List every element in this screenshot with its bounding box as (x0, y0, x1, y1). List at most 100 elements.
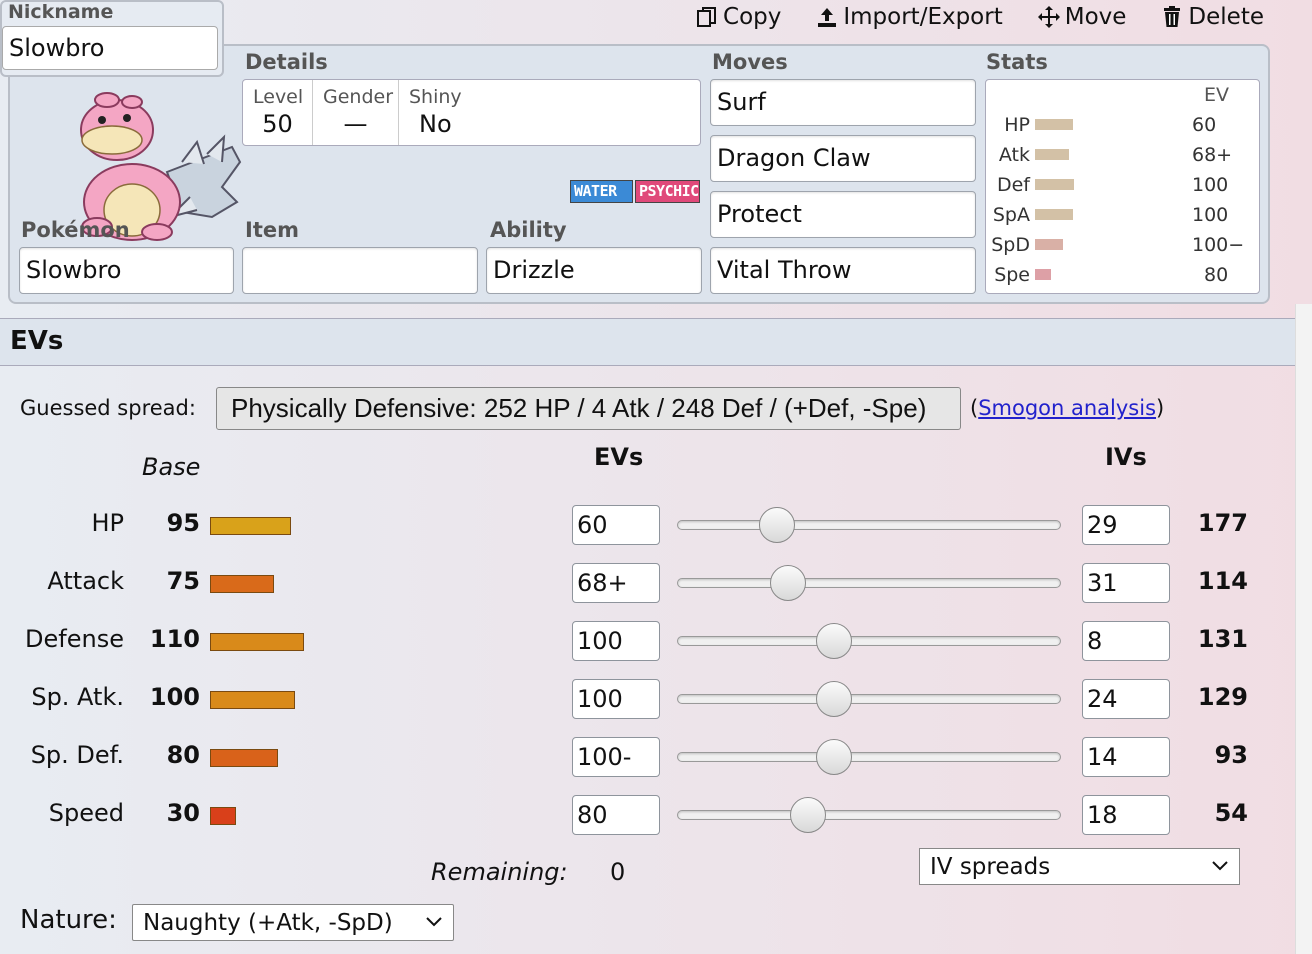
ev-input[interactable]: 80 (572, 795, 660, 835)
stats-row-spe: Spe 80 (986, 264, 1259, 294)
ev-input[interactable]: 60 (572, 505, 660, 545)
base-stat-bar (210, 749, 278, 767)
stats-row-def: Def 100 (986, 174, 1259, 204)
stats-row-hp: HP 60 (986, 114, 1259, 144)
stats-row-ev: 68+ (1192, 144, 1233, 166)
ev-input[interactable]: 100 (572, 679, 660, 719)
stat-total: 129 (1197, 683, 1248, 711)
shiny-label: Shiny (409, 86, 462, 108)
nickname-input[interactable]: Slowbro (2, 26, 218, 70)
move-1-input[interactable]: Surf (710, 79, 976, 126)
ev-slider-thumb[interactable] (816, 681, 852, 717)
base-stat-bar (210, 807, 236, 825)
ev-slider-track[interactable] (677, 578, 1061, 588)
stats-ev-header: EV (1204, 84, 1230, 106)
shiny-cell[interactable]: Shiny No (399, 80, 549, 145)
pokemon-input[interactable]: Slowbro (19, 247, 234, 294)
move-4-input[interactable]: Vital Throw (710, 247, 976, 294)
type-badge-psychic: PSYCHIC (635, 180, 700, 203)
base-stat-bar (210, 691, 295, 709)
stat-total: 93 (1214, 741, 1248, 769)
stat-total: 131 (1197, 625, 1248, 653)
stats-row-bar (1035, 269, 1051, 280)
ev-slider-track[interactable] (677, 520, 1061, 530)
import-export-button[interactable]: Import/Export (815, 4, 1003, 30)
move-label: Move (1064, 4, 1127, 30)
stats-summary[interactable]: EV HP 60 Atk 68+ Def 100 SpA 100 SpD 100… (985, 79, 1260, 294)
base-stat-value: 95 (166, 509, 200, 537)
remaining-value: 0 (610, 858, 626, 886)
ev-input[interactable]: 100- (572, 737, 660, 777)
nature-select[interactable]: Naughty (+Atk, -SpD) (132, 904, 454, 941)
evs-header-bar (0, 318, 1295, 366)
scrollbar[interactable] (1295, 304, 1312, 954)
gender-cell[interactable]: Gender — (313, 80, 399, 145)
upload-icon (818, 8, 837, 27)
ev-slider-thumb[interactable] (790, 797, 826, 833)
stats-row-bar (1035, 179, 1074, 190)
ev-slider-thumb[interactable] (816, 739, 852, 775)
base-stat-value: 110 (149, 625, 200, 653)
copy-label: Copy (723, 4, 782, 30)
stats-row-spa: SpA 100 (986, 204, 1259, 234)
move-arrows-icon (1037, 6, 1060, 28)
base-stat-value: 75 (166, 567, 200, 595)
ivs-column-header: IVs (1105, 443, 1147, 471)
ev-input[interactable]: 68+ (572, 563, 660, 603)
gender-label: Gender (323, 86, 394, 108)
stats-row-ev: 100 (1192, 204, 1229, 226)
delete-label: Delete (1188, 4, 1264, 30)
smogon-analysis-link[interactable]: Smogon analysis (978, 396, 1156, 420)
ev-slider-thumb[interactable] (816, 623, 852, 659)
delete-button[interactable]: Delete (1160, 4, 1264, 30)
ev-slider-thumb[interactable] (770, 565, 806, 601)
stats-row-name: Def (996, 174, 1030, 196)
item-input[interactable] (242, 247, 478, 294)
stats-row-ev: 60 (1192, 114, 1217, 136)
ev-slider-track[interactable] (677, 810, 1061, 820)
base-stat-bar (210, 575, 274, 593)
ev-input[interactable]: 100 (572, 621, 660, 661)
copy-button[interactable]: Copy (695, 4, 781, 30)
level-value: 50 (262, 110, 293, 138)
move-2-input[interactable]: Dragon Claw (710, 135, 976, 182)
stats-row-bar (1035, 209, 1073, 220)
base-stat-bar (210, 633, 304, 651)
shiny-value: No (419, 110, 452, 138)
ev-slider-track[interactable] (677, 752, 1061, 762)
stats-row-ev: 80 (1204, 264, 1229, 286)
base-stat-bar (210, 517, 291, 535)
nature-label: Nature: (20, 905, 117, 935)
base-stat-value: 30 (166, 799, 200, 827)
guessed-spread-button[interactable]: Physically Defensive: 252 HP / 4 Atk / 2… (216, 387, 961, 430)
pokemon-heading: Pokémon (21, 218, 130, 242)
stats-row-ev: 100− (1192, 234, 1245, 256)
iv-spreads-label: IV spreads (930, 854, 1051, 880)
iv-spreads-select[interactable]: IV spreads (919, 848, 1240, 885)
stats-row-bar (1035, 119, 1073, 130)
toolbar: Copy Import/Export Move Delete (695, 4, 1264, 30)
base-column-header: Base (142, 453, 201, 481)
stats-row-atk: Atk 68+ (986, 144, 1259, 174)
stats-row-spd: SpD 100− (986, 234, 1259, 264)
base-stat-value: 80 (166, 741, 200, 769)
stat-total: 54 (1214, 799, 1248, 827)
stats-row-name: SpD (991, 234, 1030, 256)
stat-total: 114 (1197, 567, 1248, 595)
evs-column-header: EVs (594, 443, 644, 471)
smogon-analysis: (Smogon analysis) (970, 396, 1165, 420)
chevron-down-icon (426, 917, 442, 927)
ev-slider-track[interactable] (677, 636, 1061, 646)
level-cell[interactable]: Level 50 (243, 80, 313, 145)
move-3-input[interactable]: Protect (710, 191, 976, 238)
details-box[interactable]: Level 50 Gender — Shiny No (242, 79, 701, 146)
ev-slider-thumb[interactable] (759, 507, 795, 543)
ability-input[interactable]: Drizzle (486, 247, 702, 294)
stats-row-bar (1035, 239, 1063, 250)
stats-heading: Stats (986, 50, 1048, 74)
chevron-down-icon (1212, 861, 1228, 871)
stats-row-name: HP (1004, 114, 1030, 136)
move-button[interactable]: Move (1037, 4, 1127, 30)
level-label: Level (253, 86, 304, 108)
ev-slider-track[interactable] (677, 694, 1061, 704)
